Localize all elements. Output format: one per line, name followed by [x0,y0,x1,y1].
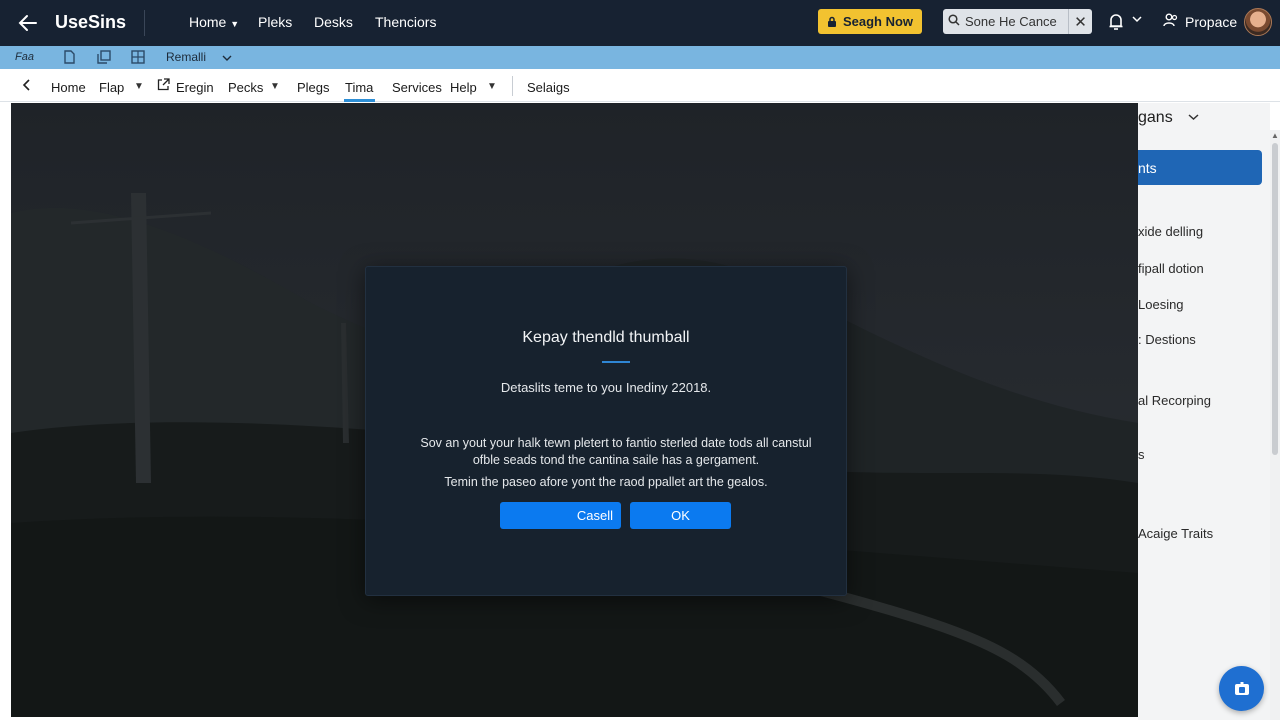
active-tab-indicator [344,99,375,102]
user-name[interactable]: Propace [1185,14,1237,30]
panel-item[interactable]: : Destions [1138,332,1196,347]
copy-icon[interactable] [97,50,111,67]
panel-item[interactable]: fipall dotion [1138,261,1204,276]
panel-item[interactable]: al Recorping [1138,393,1211,408]
app-header: UseSins Home ▼ Pleks Desks Thenciors Sea… [0,0,1280,46]
scroll-up-icon[interactable]: ▲ [1271,131,1279,140]
chevron-down-icon[interactable] [1132,12,1142,26]
secondary-toolbar: Faa Remalli [0,46,1280,69]
modal-body: Sov an yout your halk tewn pletert to fa… [420,436,812,467]
nav-desks[interactable]: Desks [314,14,353,30]
chevron-down-icon[interactable] [1188,110,1199,124]
modal-subtitle: Detaslits teme to you Inediny 22018. [500,380,712,395]
search-input[interactable] [965,14,1065,29]
modal-dialog: Kepay thendld thumball Detaslits teme to… [365,266,847,596]
panel-item[interactable]: Acaige Traits [1138,526,1213,541]
modal-title: Kepay thendld thumball [522,329,690,346]
menu-services[interactable]: Services [392,80,442,95]
search-box[interactable]: ✕ [943,9,1092,34]
panel-item[interactable]: s [1138,447,1145,462]
search-now-button[interactable]: Seagh Now [818,9,922,34]
app-name[interactable]: UseSins [55,12,126,33]
back-arrow-icon[interactable] [14,9,42,37]
search-now-label: Seagh Now [842,14,914,29]
chevron-down-icon[interactable]: ▼ [487,81,497,92]
panel-item[interactable]: Loesing [1138,297,1184,312]
panel-title: gans [1138,109,1173,126]
menu-help[interactable]: Help [450,80,477,95]
users-icon [1163,13,1179,30]
ok-button-label: OK [671,508,690,523]
grid-icon[interactable] [131,50,145,67]
tab-tima[interactable]: Tima [345,80,373,95]
scrollbar-thumb[interactable] [1272,143,1278,455]
nav-pleks[interactable]: Pleks [258,14,292,30]
menu-eregin[interactable]: Eregin [176,80,214,95]
nav-home[interactable]: Home ▼ [189,14,239,30]
modal-note: Temin the paseo afore yont the raod ppal… [444,475,768,489]
chat-fab-button[interactable] [1219,666,1264,711]
chevron-down-icon[interactable] [222,51,232,65]
menu-flap[interactable]: Flap [99,80,124,95]
chevron-down-icon[interactable]: ▼ [134,81,144,92]
chevron-down-icon: ▼ [230,19,240,29]
chevron-left-icon[interactable] [22,78,32,95]
lock-icon [827,16,836,27]
external-link-icon [157,78,170,94]
file-label[interactable]: Faa [15,51,34,63]
document-icon[interactable] [63,50,76,67]
cancel-button[interactable]: Casell [500,502,621,529]
chat-icon [1234,681,1249,695]
panel-item[interactable]: xide delling [1138,224,1203,239]
nav-home-label: Home [189,14,227,30]
avatar[interactable] [1244,8,1272,36]
right-panel: gans nts xide delling fipall dotion Loes… [1138,103,1270,720]
close-icon[interactable]: ✕ [1068,9,1092,34]
cancel-button-label: Casell [576,508,613,523]
remalli-menu[interactable]: Remalli [166,50,206,64]
search-icon [943,14,965,29]
header-divider [144,10,145,36]
menu-home[interactable]: Home [51,80,86,95]
bell-icon[interactable] [1108,13,1126,31]
ok-button[interactable]: OK [630,502,731,529]
nav-thenciors[interactable]: Thenciors [375,14,436,30]
menu-toolbar: Home Flap ▼ Eregin Pecks ▼ Plegs Tima Se… [0,69,1280,102]
menu-pecks[interactable]: Pecks [228,80,263,95]
menu-settings[interactable]: Selaigs [527,80,570,95]
menu-divider [512,76,513,96]
chevron-down-icon[interactable]: ▼ [270,81,280,92]
menu-plegs[interactable]: Plegs [297,80,330,95]
panel-primary-button-label: nts [1138,159,1157,176]
panel-primary-button[interactable]: nts [1138,150,1262,185]
modal-title-rule [602,361,630,363]
